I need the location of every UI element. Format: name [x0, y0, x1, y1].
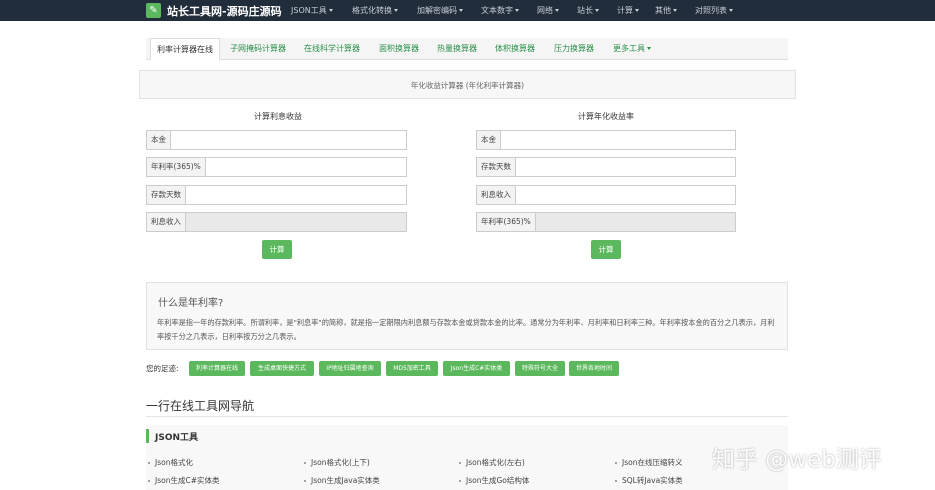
- divider: [146, 416, 788, 417]
- right-calculate-button[interactable]: 计算: [591, 240, 621, 259]
- left-principal-field[interactable]: 本金: [146, 130, 407, 150]
- right-days-input[interactable]: [516, 158, 735, 176]
- caret-down-icon: [595, 9, 599, 12]
- right-rate-output: [535, 213, 735, 231]
- tool-link[interactable]: Json格式化(左右): [459, 457, 525, 468]
- tab-subnet-calculator[interactable]: 子网掩码计算器: [230, 38, 286, 60]
- caret-down-icon: [328, 9, 333, 12]
- right-days-field[interactable]: 存款天数: [476, 157, 736, 177]
- info-title: 什么是年利率?: [158, 298, 224, 309]
- footprint-link[interactable]: 利率计算器在线: [189, 361, 245, 376]
- caret-down-icon: [729, 9, 733, 12]
- tool-link[interactable]: Json格式化(上下): [304, 457, 370, 468]
- caret-down-icon: [394, 9, 398, 12]
- left-interest-output: [186, 213, 406, 231]
- field-label: 年利率(365)%: [147, 158, 206, 176]
- bullet-icon: [459, 480, 461, 482]
- left-form-title: 计算利息收益: [254, 112, 302, 121]
- field-label: 本金: [477, 131, 501, 149]
- bullet-icon: [459, 462, 461, 464]
- field-label: 利息收入: [477, 186, 516, 204]
- tool-link[interactable]: Json生成Go结构体: [459, 475, 529, 486]
- nav-item-reference[interactable]: 对照列表: [695, 0, 733, 21]
- footprint-link[interactable]: 世界各地时间: [569, 361, 619, 376]
- bullet-icon: [148, 462, 150, 464]
- tool-link[interactable]: Json格式化: [148, 457, 193, 468]
- caret-down-icon: [673, 9, 677, 12]
- left-days-field[interactable]: 存款天数: [146, 185, 407, 205]
- right-principal-field[interactable]: 本金: [476, 130, 736, 150]
- right-form-title: 计算年化收益率: [578, 112, 634, 121]
- caret-down-icon: [515, 9, 519, 12]
- nav-item-format[interactable]: 格式化转换: [352, 0, 398, 21]
- tool-link[interactable]: Json生成Java实体类: [304, 475, 380, 486]
- tool-link[interactable]: Json生成C#实体类: [148, 475, 219, 486]
- tool-link[interactable]: SQL转Java实体类: [615, 475, 683, 486]
- wrench-icon: ✎: [146, 3, 161, 18]
- info-panel: 什么是年利率? 年利率是指一年的存款利率。所谓利率，是"利息率"的简称，就是指一…: [146, 282, 788, 350]
- field-label: 存款天数: [147, 186, 186, 204]
- nav-item-network[interactable]: 网络: [537, 0, 559, 21]
- caret-down-icon: [555, 9, 559, 12]
- tab-pressure-converter[interactable]: 压力换算器: [554, 38, 594, 60]
- right-principal-input[interactable]: [501, 131, 735, 149]
- nav-item-encrypt[interactable]: 加解密编码: [417, 0, 463, 21]
- footprint-label: 您的足迹:: [146, 364, 179, 373]
- footprint-link[interactable]: 生成桌面快捷方式: [250, 361, 314, 376]
- caret-down-icon: [647, 47, 651, 50]
- accent-bar: [146, 429, 149, 443]
- tab-heat-converter[interactable]: 热量换算器: [437, 38, 477, 60]
- nav-item-calc[interactable]: 计算: [617, 0, 639, 21]
- tab-area-converter[interactable]: 面积换算器: [379, 38, 419, 60]
- json-tools-title: JSON工具: [155, 433, 199, 443]
- section-heading: 一行在线工具网导航: [146, 399, 255, 413]
- top-navbar: ✎ 站长工具网-源码庄源码 JSON工具 格式化转换 加解密编码 文本数字 网络…: [0, 0, 935, 21]
- tab-more-tools[interactable]: 更多工具: [613, 38, 651, 60]
- brand-title: 站长工具网-源码庄源码: [167, 4, 282, 18]
- left-principal-input[interactable]: [171, 131, 406, 149]
- right-rate-field: 年利率(365)%: [476, 212, 736, 232]
- caret-down-icon: [635, 9, 639, 12]
- watermark: 知乎 @web测评: [712, 447, 882, 473]
- tab-interest-calculator[interactable]: 利率计算器在线: [150, 38, 220, 61]
- nav-item-json[interactable]: JSON工具: [291, 0, 333, 21]
- nav-item-text[interactable]: 文本数字: [481, 0, 519, 21]
- left-calculate-button[interactable]: 计算: [262, 240, 292, 259]
- tool-link[interactable]: Json在线压缩转义: [615, 457, 682, 468]
- bullet-icon: [615, 462, 617, 464]
- footprint-link[interactable]: IP地址归属地查询: [319, 361, 381, 376]
- caret-down-icon: [459, 9, 463, 12]
- bullet-icon: [615, 480, 617, 482]
- right-interest-input[interactable]: [516, 186, 735, 204]
- tool-tabs: 利率计算器在线 子网掩码计算器 在线科学计算器 面积换算器 热量换算器 体积换算…: [146, 38, 788, 61]
- left-interest-field: 利息收入: [146, 212, 407, 232]
- tab-scientific-calculator[interactable]: 在线科学计算器: [304, 38, 360, 60]
- brand[interactable]: ✎ 站长工具网-源码庄源码: [146, 2, 282, 19]
- nav-item-other[interactable]: 其他: [655, 0, 677, 21]
- left-rate-field[interactable]: 年利率(365)%: [146, 157, 407, 177]
- right-interest-field[interactable]: 利息收入: [476, 185, 736, 205]
- page-title: 年化收益计算器 (年化利率计算器): [139, 70, 796, 99]
- footprint-link[interactable]: MD5加密工具: [386, 361, 438, 376]
- info-text: 年利率是指一年的存款利率。所谓利率，是"利息率"的简称，就是指一定期限内利息额与…: [157, 318, 775, 341]
- field-label: 利息收入: [147, 213, 186, 231]
- bullet-icon: [148, 480, 150, 482]
- footprint-link[interactable]: 特殊符号大全: [515, 361, 565, 376]
- field-label: 存款天数: [477, 158, 516, 176]
- field-label: 本金: [147, 131, 171, 149]
- bullet-icon: [304, 480, 306, 482]
- tab-volume-converter[interactable]: 体积换算器: [495, 38, 535, 60]
- bullet-icon: [304, 462, 306, 464]
- footprint-link[interactable]: Json生成C#实体类: [443, 361, 510, 376]
- left-days-input[interactable]: [186, 186, 406, 204]
- field-label: 年利率(365)%: [477, 213, 536, 231]
- left-rate-input[interactable]: [206, 158, 406, 176]
- nav-item-webmaster[interactable]: 站长: [577, 0, 599, 21]
